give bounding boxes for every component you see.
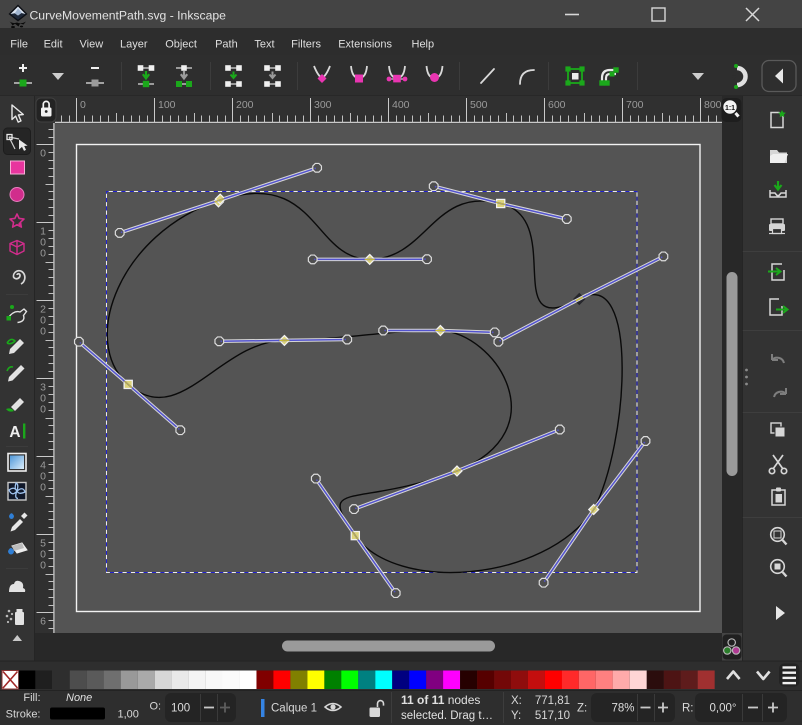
svg-text:Fill:: Fill: <box>23 692 40 704</box>
svg-text:100: 100 <box>158 99 176 111</box>
svg-text:None: None <box>66 692 92 704</box>
svg-text:View: View <box>80 39 104 51</box>
svg-text:400: 400 <box>392 99 410 111</box>
svg-text:Calque 1: Calque 1 <box>271 703 317 715</box>
svg-text:Edit: Edit <box>44 39 63 51</box>
svg-text:Z:: Z: <box>577 703 587 715</box>
svg-text:0: 0 <box>40 148 46 160</box>
svg-text:Layer: Layer <box>120 39 148 51</box>
svg-text:300: 300 <box>314 99 332 111</box>
svg-text:Text: Text <box>254 39 274 51</box>
svg-text:selected. Drag t…: selected. Drag t… <box>401 710 493 722</box>
svg-text:File: File <box>10 39 28 51</box>
svg-text:0: 0 <box>40 482 46 494</box>
svg-text:1,00: 1,00 <box>118 709 139 721</box>
svg-text:11 of 11 nodes: 11 of 11 nodes <box>401 693 480 707</box>
svg-text:Object: Object <box>165 39 197 51</box>
svg-text:500: 500 <box>470 99 488 111</box>
svg-text:700: 700 <box>626 99 644 111</box>
svg-text:517,10: 517,10 <box>535 710 570 722</box>
svg-text:100: 100 <box>171 703 190 715</box>
svg-text:78%: 78% <box>611 703 634 715</box>
svg-text:Stroke:: Stroke: <box>6 709 41 721</box>
svg-text:O:: O: <box>150 701 162 713</box>
svg-text:0: 0 <box>40 326 46 338</box>
svg-text:6: 6 <box>40 616 46 628</box>
svg-text:R:: R: <box>682 703 694 715</box>
svg-text:Path: Path <box>215 39 238 51</box>
svg-text:Extensions: Extensions <box>338 39 392 51</box>
svg-text:1:1: 1:1 <box>725 105 735 112</box>
svg-text:s: s <box>731 72 736 82</box>
svg-text:0: 0 <box>40 248 46 260</box>
svg-text:771,81: 771,81 <box>535 695 570 707</box>
svg-text:CurveMovementPath.svg - Inksca: CurveMovementPath.svg - Inkscape <box>30 9 227 23</box>
svg-text:Help: Help <box>412 39 435 51</box>
svg-text:0: 0 <box>40 404 46 416</box>
svg-text:Filters: Filters <box>291 39 321 51</box>
svg-text:X:: X: <box>511 695 522 707</box>
svg-text:600: 600 <box>548 99 566 111</box>
svg-text:200: 200 <box>236 99 254 111</box>
svg-text:800: 800 <box>704 99 722 111</box>
svg-text:0,00°: 0,00° <box>710 703 737 715</box>
svg-text:Y:: Y: <box>511 710 521 722</box>
svg-text:0: 0 <box>40 560 46 572</box>
svg-text:0: 0 <box>80 99 86 111</box>
svg-text:A: A <box>9 424 20 441</box>
